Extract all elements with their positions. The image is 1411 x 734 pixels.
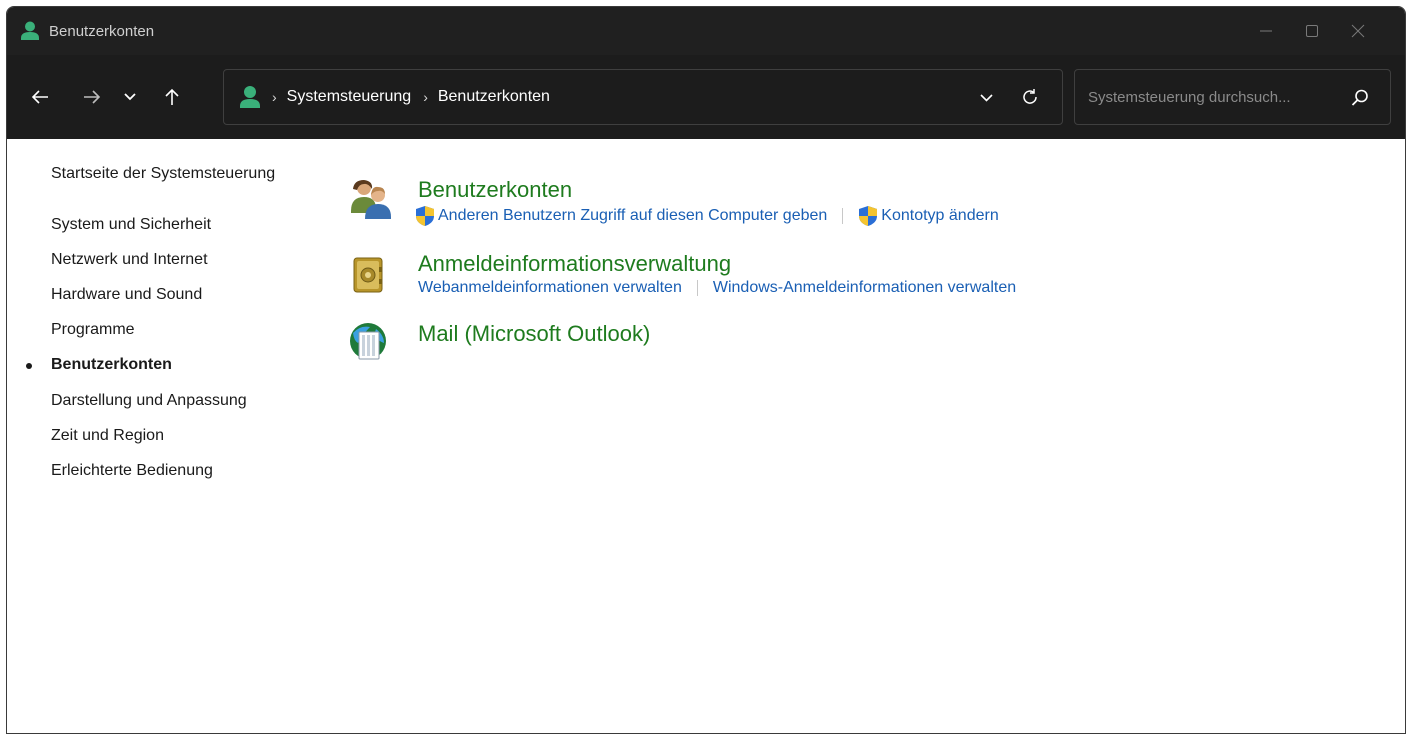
breadcrumb-benutzerkonten[interactable]: Benutzerkonten	[438, 88, 550, 106]
breadcrumb-systemsteuerung[interactable]: Systemsteuerung	[287, 88, 412, 106]
link-windows-credentials[interactable]: Windows-Anmeldeinformationen verwalten	[713, 279, 1016, 297]
mail-icon[interactable]	[348, 321, 388, 361]
sidebar-item-programs[interactable]: Programme	[51, 321, 135, 339]
sidebar-item-user-accounts[interactable]: Benutzerkonten	[51, 356, 172, 374]
address-dropdown-button[interactable]	[972, 84, 1000, 112]
arrow-right-icon	[84, 90, 101, 104]
category-title-mail[interactable]: Mail (Microsoft Outlook)	[418, 321, 650, 347]
sidebar-item-network-internet[interactable]: Netzwerk und Internet	[51, 251, 208, 269]
search-icon[interactable]	[1350, 88, 1370, 108]
search-input[interactable]	[1075, 70, 1345, 124]
control-panel-window: Benutzerkonten › Systemsteuerung › Benut…	[6, 6, 1406, 734]
breadcrumb: › Systemsteuerung › Benutzerkonten	[260, 88, 550, 106]
minimize-icon	[1260, 30, 1272, 32]
link-grant-access-label: Anderen Benutzern Zugriff auf diesen Com…	[438, 207, 828, 224]
link-divider	[696, 280, 698, 296]
active-bullet-icon	[26, 363, 32, 369]
link-web-credentials[interactable]: Webanmeldeinformationen verwalten	[418, 279, 682, 297]
sidebar-item-system-security[interactable]: System und Sicherheit	[51, 216, 211, 234]
user-accounts-icon	[21, 21, 39, 41]
chevron-down-icon	[124, 93, 136, 101]
arrow-left-icon	[31, 90, 48, 104]
minimize-button[interactable]	[1243, 7, 1289, 55]
sidebar-item-clock-region[interactable]: Zeit und Region	[51, 427, 164, 445]
maximize-button[interactable]	[1289, 7, 1335, 55]
uac-shield-icon	[858, 205, 878, 227]
back-button[interactable]	[20, 77, 60, 117]
link-change-account-type[interactable]: Kontotyp ändern	[858, 205, 999, 227]
chevron-right-icon[interactable]: ›	[423, 89, 428, 105]
category-title-credential-manager[interactable]: Anmeldeinformationsverwaltung	[418, 251, 731, 277]
uac-shield-icon	[415, 205, 435, 227]
users-icon[interactable]	[350, 177, 391, 219]
refresh-icon	[1023, 89, 1037, 104]
sidebar-item-hardware-sound[interactable]: Hardware und Sound	[51, 286, 202, 304]
link-change-account-type-label: Kontotyp ändern	[881, 207, 999, 224]
maximize-icon	[1306, 25, 1318, 37]
category-title-user-accounts[interactable]: Benutzerkonten	[418, 177, 572, 203]
sidebar-item-appearance[interactable]: Darstellung und Anpassung	[51, 392, 247, 410]
user-accounts-icon	[240, 85, 260, 109]
up-button[interactable]	[152, 77, 192, 117]
chevron-down-icon	[979, 94, 993, 102]
title-bar: Benutzerkonten	[7, 7, 1405, 55]
chevron-right-icon[interactable]: ›	[272, 89, 277, 105]
address-bar[interactable]: › Systemsteuerung › Benutzerkonten	[223, 69, 1063, 125]
forward-button[interactable]	[72, 77, 112, 117]
close-icon	[1351, 24, 1365, 38]
window-title: Benutzerkonten	[49, 22, 155, 40]
search-box	[1074, 69, 1391, 125]
vault-icon[interactable]	[353, 257, 393, 297]
category-links-credential-manager: Webanmeldeinformationen verwalten Window…	[418, 279, 1016, 297]
sidebar-item-ease-of-access[interactable]: Erleichterte Bedienung	[51, 462, 213, 480]
window-controls	[1243, 7, 1405, 55]
sidebar-item-home[interactable]: Startseite der Systemsteuerung	[51, 165, 275, 183]
link-divider	[842, 208, 844, 224]
recent-locations-button[interactable]	[112, 77, 148, 117]
refresh-button[interactable]	[1016, 83, 1044, 111]
category-links-user-accounts: Anderen Benutzern Zugriff auf diesen Com…	[415, 205, 999, 227]
link-grant-access[interactable]: Anderen Benutzern Zugriff auf diesen Com…	[415, 205, 827, 227]
navigation-bar: › Systemsteuerung › Benutzerkonten	[7, 55, 1405, 139]
close-button[interactable]	[1335, 7, 1381, 55]
content-area: Startseite der Systemsteuerung System un…	[7, 139, 1405, 733]
arrow-up-icon	[165, 88, 179, 105]
